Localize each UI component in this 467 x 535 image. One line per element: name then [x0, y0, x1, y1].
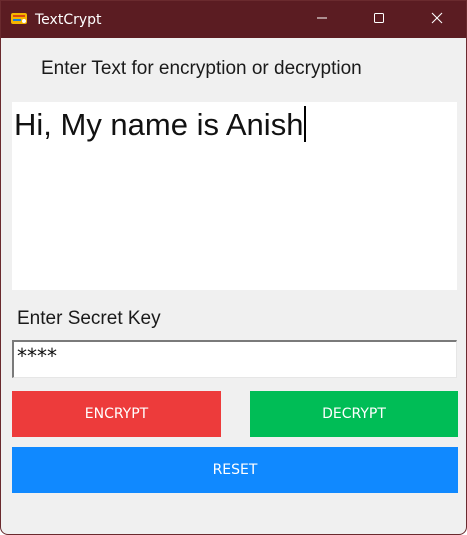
- message-text-area[interactable]: Hi, My name is Anish: [12, 102, 457, 290]
- text-prompt-label: Enter Text for encryption or decryption: [41, 58, 362, 79]
- decrypt-button[interactable]: DECRYPT: [250, 391, 458, 437]
- title-bar[interactable]: TextCrypt: [1, 1, 466, 38]
- app-window: TextCrypt Enter Text for encryption or d…: [0, 0, 467, 535]
- maximize-icon: [373, 11, 385, 29]
- minimize-button[interactable]: [299, 1, 345, 38]
- window-title: TextCrypt: [35, 12, 102, 28]
- secret-key-value: ****: [17, 344, 57, 368]
- maximize-button[interactable]: [356, 1, 402, 38]
- reset-button[interactable]: RESET: [12, 447, 458, 493]
- app-logo-icon: [10, 11, 28, 26]
- text-caret: [304, 106, 307, 142]
- encrypt-button[interactable]: ENCRYPT: [12, 391, 221, 437]
- secret-key-input[interactable]: ****: [12, 340, 457, 378]
- minimize-icon: [316, 11, 328, 29]
- close-button[interactable]: [414, 1, 460, 38]
- secret-key-label: Enter Secret Key: [17, 308, 161, 329]
- close-icon: [431, 11, 443, 29]
- message-text: Hi, My name is Anish: [14, 107, 304, 142]
